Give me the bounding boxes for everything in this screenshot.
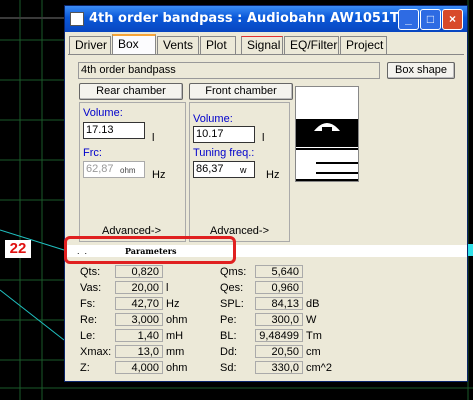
tuning-freq-label: Tuning freq.: bbox=[193, 147, 255, 159]
maximize-button[interactable]: □ bbox=[420, 9, 441, 30]
front-volume-unit: l bbox=[262, 132, 265, 144]
main-window: 4th order bandpass : Audiobahn AW1051T _… bbox=[64, 5, 468, 382]
param-value[interactable]: 4,000 bbox=[115, 361, 163, 374]
param-value[interactable]: 20,00 bbox=[115, 281, 163, 294]
param-value[interactable]: 3,000 bbox=[115, 313, 163, 326]
param-value[interactable]: 0,960 bbox=[255, 281, 303, 294]
rear-fc-label: Frc: bbox=[83, 147, 102, 159]
tab-plot[interactable]: Plot bbox=[200, 36, 236, 54]
tab-project[interactable]: Project bbox=[340, 36, 387, 54]
param-label: Z: bbox=[80, 362, 90, 374]
param-label: Sd: bbox=[220, 362, 237, 374]
param-label: Dd: bbox=[220, 346, 238, 358]
param-unit: l bbox=[166, 282, 169, 294]
param-label: Pe: bbox=[220, 314, 237, 326]
tab-divider bbox=[68, 54, 464, 55]
front-volume-input[interactable]: 10.17 bbox=[193, 126, 255, 143]
highlight-box bbox=[64, 236, 236, 264]
param-value[interactable]: 0,820 bbox=[115, 265, 163, 278]
tab-driver[interactable]: Driver bbox=[69, 36, 111, 54]
param-value[interactable]: 1,40 bbox=[115, 329, 163, 342]
param-value[interactable]: 9,48499 bbox=[255, 329, 303, 342]
param-label: Vas: bbox=[80, 282, 102, 294]
app-icon bbox=[70, 12, 84, 26]
tab-box[interactable]: Box bbox=[112, 34, 156, 54]
param-unit: ohm bbox=[166, 314, 188, 326]
minimize-button[interactable]: _ bbox=[398, 9, 419, 30]
param-label: Re: bbox=[80, 314, 98, 326]
rear-volume-unit: l bbox=[152, 132, 155, 144]
param-value[interactable]: 84,13 bbox=[255, 297, 303, 310]
param-value[interactable]: 42,70 bbox=[115, 297, 163, 310]
rear-chamber-group: Volume: 17.13 l Frc: 62,87 ohm Hz Advanc… bbox=[79, 102, 186, 242]
rear-volume-label: Volume: bbox=[83, 107, 123, 119]
param-unit: Hz bbox=[166, 298, 180, 310]
param-value[interactable]: 20,50 bbox=[255, 345, 303, 358]
tab-vents[interactable]: Vents bbox=[157, 36, 199, 54]
tuning-freq-small-unit: w bbox=[240, 165, 247, 175]
param-label: BL: bbox=[220, 330, 237, 342]
param-unit: dB bbox=[306, 298, 320, 310]
box-name-field[interactable]: 4th order bandpass bbox=[78, 62, 380, 79]
param-value[interactable]: 330,0 bbox=[255, 361, 303, 374]
rear-chamber-button[interactable]: Rear chamber bbox=[79, 83, 183, 100]
step-number-badge: 22 bbox=[5, 240, 31, 258]
rear-fc-unit: Hz bbox=[152, 169, 166, 181]
speaker-icon bbox=[296, 87, 358, 181]
param-label: Le: bbox=[80, 330, 96, 342]
title-bar[interactable]: 4th order bandpass : Audiobahn AW1051T _… bbox=[65, 6, 467, 32]
tab-signal[interactable]: Signal bbox=[241, 36, 283, 54]
rear-volume-input[interactable]: 17.13 bbox=[83, 122, 145, 139]
param-unit: W bbox=[306, 314, 317, 326]
front-chamber-group: Volume: 10.17 l Tuning freq.: 86,37 w Hz… bbox=[189, 102, 290, 242]
tab-eq-filter[interactable]: EQ/Filter bbox=[284, 36, 339, 54]
box-shape-button[interactable]: Box shape bbox=[387, 62, 455, 79]
close-button[interactable]: × bbox=[442, 9, 463, 30]
param-label: Qes: bbox=[220, 282, 244, 294]
param-value[interactable]: 300,0 bbox=[255, 313, 303, 326]
param-value[interactable]: 13,0 bbox=[115, 345, 163, 358]
param-value[interactable]: 5,640 bbox=[255, 265, 303, 278]
param-label: SPL: bbox=[220, 298, 244, 310]
param-label: Qms: bbox=[220, 266, 247, 278]
param-unit: ohm bbox=[166, 362, 188, 374]
param-unit: mH bbox=[166, 330, 184, 342]
window-title: 4th order bandpass : Audiobahn AW1051T bbox=[89, 11, 399, 26]
param-unit: cm bbox=[306, 346, 321, 358]
param-label: Fs: bbox=[80, 298, 96, 310]
rear-fc-small-unit: ohm bbox=[120, 166, 136, 175]
tuning-freq-unit: Hz bbox=[266, 169, 280, 181]
param-unit: mm bbox=[166, 346, 185, 358]
bandpass-box-diagram bbox=[295, 86, 359, 182]
param-unit: Tm bbox=[306, 330, 322, 342]
front-chamber-button[interactable]: Front chamber bbox=[189, 83, 293, 100]
param-label: Qts: bbox=[80, 266, 101, 278]
param-unit: cm^2 bbox=[306, 362, 332, 374]
front-volume-label: Volume: bbox=[193, 113, 233, 125]
param-label: Xmax: bbox=[80, 346, 112, 358]
